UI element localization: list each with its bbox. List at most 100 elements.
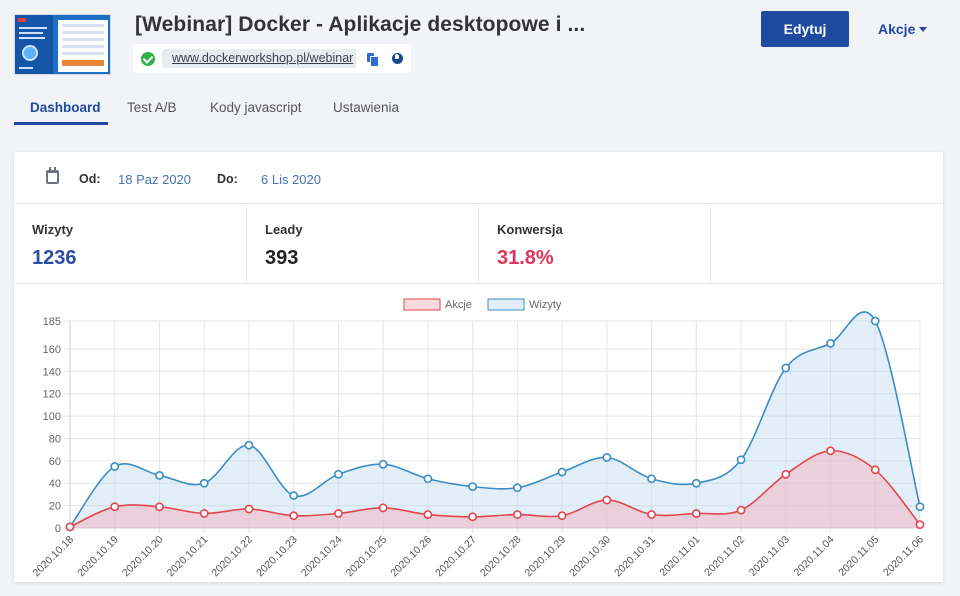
actions-label: Akcje bbox=[878, 21, 916, 37]
y-tick-label: 160 bbox=[43, 344, 61, 356]
data-point-wizyty bbox=[334, 469, 343, 479]
x-tick-label: 2020.11.02 bbox=[702, 534, 747, 579]
thumbnail-hero bbox=[15, 15, 53, 74]
x-tick-label: 2020.10.24 bbox=[299, 534, 345, 580]
data-point-wizyty bbox=[378, 459, 388, 469]
y-tick-label: 80 bbox=[49, 433, 61, 445]
landing-page-thumbnail[interactable] bbox=[14, 14, 111, 75]
stat-label: Leady bbox=[265, 222, 303, 237]
date-to-label: Do: bbox=[217, 172, 238, 186]
tab-dashboard[interactable]: Dashboard bbox=[30, 100, 101, 115]
x-tick-label: 2020.10.21 bbox=[165, 534, 211, 580]
data-point-akcje bbox=[244, 504, 254, 514]
data-point-wizyty bbox=[691, 478, 701, 488]
date-from-picker[interactable]: 18 Paz 2020 bbox=[118, 172, 191, 187]
x-tick-label: 2020.10.19 bbox=[75, 534, 121, 580]
stat-label: Wizyty bbox=[32, 222, 74, 237]
x-tick-label: 2020.10.31 bbox=[612, 534, 658, 580]
data-point-akcje bbox=[736, 505, 746, 515]
data-point-akcje bbox=[199, 509, 209, 518]
edit-button[interactable]: Edytuj bbox=[761, 11, 849, 47]
data-point-akcje bbox=[557, 511, 567, 521]
data-point-wizyty bbox=[289, 491, 299, 500]
data-point-akcje bbox=[691, 509, 701, 518]
stat-value: 393 bbox=[265, 247, 299, 269]
thumbnail-text-line bbox=[19, 32, 43, 34]
caret-down-icon bbox=[919, 27, 928, 32]
data-point-wizyty bbox=[870, 316, 880, 326]
x-tick-label: 2020.11.03 bbox=[747, 534, 792, 579]
legend-swatch-wizyty bbox=[487, 298, 525, 311]
tab-settings[interactable]: Ustawienia bbox=[333, 100, 399, 115]
y-tick-label: 40 bbox=[49, 478, 61, 490]
copy-icon[interactable] bbox=[367, 53, 379, 67]
x-tick-label: 2020.11.01 bbox=[657, 534, 702, 579]
thumbnail-text-line bbox=[19, 37, 45, 39]
x-tick-label: 2020.11.04 bbox=[792, 534, 837, 579]
data-point-akcje bbox=[334, 509, 343, 518]
data-point-akcje bbox=[378, 503, 388, 513]
y-tick-label: 60 bbox=[49, 456, 61, 468]
data-point-wizyty bbox=[736, 455, 746, 465]
data-point-wizyty bbox=[557, 467, 567, 477]
x-tick-label: 2020.11.05 bbox=[836, 534, 881, 579]
date-to-picker[interactable]: 6 Lis 2020 bbox=[261, 172, 321, 187]
y-tick-label: 0 bbox=[55, 523, 61, 535]
tab-javascript-codes[interactable]: Kody javascript bbox=[210, 100, 302, 115]
url-bar: www.dockerworkshop.pl/webinar bbox=[133, 44, 411, 73]
x-tick-label: 2020.10.30 bbox=[567, 534, 613, 580]
x-tick-label: 2020.10.28 bbox=[478, 534, 524, 580]
date-from-label: Od: bbox=[79, 172, 101, 186]
x-tick-label: 2020.10.27 bbox=[433, 534, 479, 580]
data-point-wizyty bbox=[826, 338, 835, 348]
y-tick-label: 185 bbox=[43, 316, 61, 328]
x-tick-label: 2020.10.18 bbox=[30, 534, 76, 580]
data-point-akcje bbox=[65, 522, 75, 532]
thumbnail-graphic bbox=[22, 45, 38, 61]
data-point-akcje bbox=[781, 469, 791, 479]
data-point-akcje bbox=[110, 502, 120, 512]
data-point-wizyty bbox=[915, 502, 925, 512]
data-point-akcje bbox=[423, 510, 433, 519]
actions-dropdown[interactable]: Akcje bbox=[878, 21, 928, 37]
x-tick-label: 2020.10.26 bbox=[388, 534, 434, 580]
stat-visits: Wizyty 1236 bbox=[14, 204, 247, 284]
data-point-wizyty bbox=[244, 440, 254, 450]
x-tick-label: 2020.10.29 bbox=[523, 534, 569, 580]
data-point-wizyty bbox=[512, 483, 522, 493]
stat-conversion: Konwersja 31.8% bbox=[479, 204, 711, 284]
page-url-link[interactable]: www.dockerworkshop.pl/webinar bbox=[172, 51, 353, 65]
data-point-wizyty bbox=[602, 453, 612, 462]
stats-row: Wizyty 1236 Leady 393 Konwersja 31.8% bbox=[14, 204, 943, 284]
thumbnail-form bbox=[58, 20, 108, 72]
active-tab-indicator bbox=[14, 122, 108, 125]
thumbnail-text-line bbox=[19, 27, 47, 29]
data-point-akcje bbox=[155, 502, 164, 512]
date-range: Od: 18 Paz 2020 Do: 6 Lis 2020 bbox=[14, 152, 943, 204]
data-point-akcje bbox=[915, 520, 925, 530]
stat-value: 1236 bbox=[32, 247, 77, 269]
dashboard-card: Od: 18 Paz 2020 Do: 6 Lis 2020 Wizyty 12… bbox=[14, 152, 943, 582]
tab-ab-test[interactable]: Test A/B bbox=[127, 100, 177, 115]
data-point-wizyty bbox=[781, 363, 791, 373]
x-tick-label: 2020.11.06 bbox=[881, 534, 926, 579]
stat-leads: Leady 393 bbox=[247, 204, 479, 284]
data-point-akcje bbox=[647, 510, 656, 519]
data-point-wizyty bbox=[423, 474, 433, 484]
globe-icon[interactable] bbox=[392, 53, 403, 64]
y-tick-label: 140 bbox=[43, 366, 61, 378]
x-tick-label: 2020.10.25 bbox=[344, 534, 390, 580]
check-circle-icon bbox=[141, 52, 155, 66]
data-point-akcje bbox=[602, 495, 612, 505]
data-point-wizyty bbox=[199, 478, 209, 488]
thumbnail-text-line bbox=[19, 67, 33, 69]
y-tick-label: 20 bbox=[49, 501, 61, 513]
data-point-akcje bbox=[468, 512, 478, 522]
data-point-akcje bbox=[826, 446, 835, 456]
data-point-akcje bbox=[289, 511, 299, 521]
page-title: [Webinar] Docker - Aplikacje desktopowe … bbox=[135, 13, 586, 36]
data-point-wizyty bbox=[155, 471, 164, 480]
legend-label: Akcje bbox=[445, 299, 472, 311]
url-pill[interactable]: www.dockerworkshop.pl/webinar bbox=[162, 49, 356, 68]
legend-label: Wizyty bbox=[529, 299, 562, 311]
